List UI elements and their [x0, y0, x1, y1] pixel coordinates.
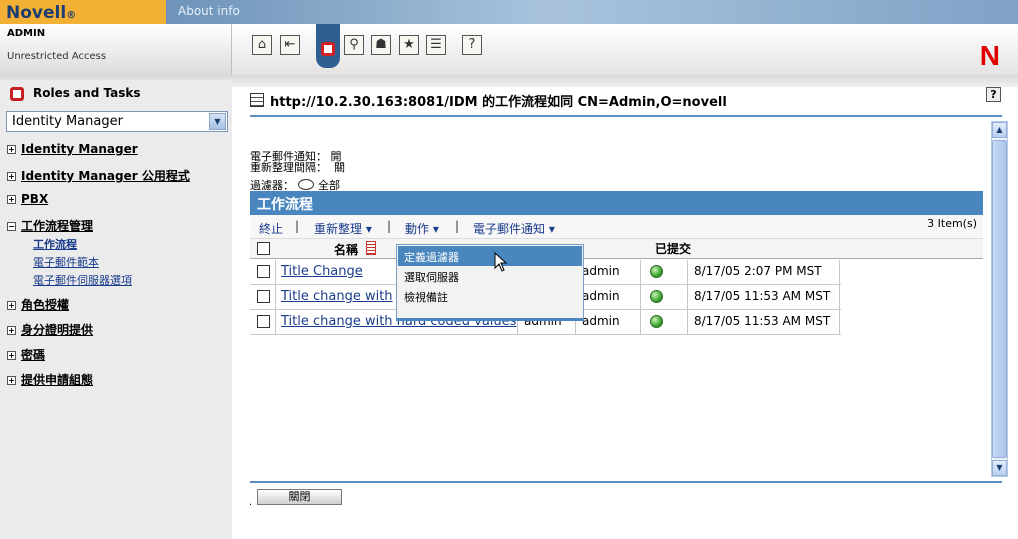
expand-icon[interactable]: + [7, 351, 16, 360]
access-level: Unrestricted Access [7, 51, 107, 62]
expand-icon[interactable]: + [7, 145, 16, 154]
sidebar-item-provisioning-request-config[interactable]: + 提供申請組態 [7, 371, 93, 388]
table-header: 名稱 已提交 [250, 239, 983, 259]
novell-n-logo: N [979, 40, 1000, 71]
row-cell: admin [576, 260, 641, 285]
sidebar-item-identity-manager[interactable]: + Identity Manager [7, 142, 138, 156]
chevron-down-icon: ▾ [548, 222, 555, 236]
menu-item-view-notes[interactable]: 檢視備註 [398, 286, 582, 306]
chevron-down-icon: ▾ [365, 222, 372, 236]
roles-tasks-icon[interactable] [316, 24, 340, 68]
configure-icon[interactable]: ☗ [371, 35, 391, 55]
expand-icon[interactable]: + [7, 195, 16, 204]
row-submitted: 8/17/05 11:53 AM MST [688, 310, 840, 335]
close-button[interactable]: 關閉 [257, 489, 342, 505]
chevron-down-icon: ▾ [432, 222, 439, 236]
row-checkbox[interactable] [257, 290, 270, 303]
header: Novell® iManager About info ADMIN Unrest… [0, 0, 1018, 87]
home-icon[interactable]: ⌂ [252, 35, 272, 55]
about-info-link[interactable]: About info [178, 4, 240, 18]
expand-icon[interactable]: + [7, 301, 16, 310]
collapse-icon[interactable]: − [7, 222, 16, 231]
scrollbar-thumb[interactable] [992, 140, 1007, 458]
sidebar-subitem-email-server-options[interactable]: 電子郵件伺服器選項 [33, 272, 132, 288]
help-book-icon[interactable]: ? [462, 35, 482, 55]
scroll-down-icon[interactable]: ▼ [992, 460, 1007, 476]
sidebar-item-passwords[interactable]: + 密碼 [7, 346, 45, 363]
sort-icon[interactable] [366, 241, 376, 255]
refresh-interval-status: 重新整理間隔： 關 [250, 161, 345, 174]
status-green-icon [650, 315, 663, 328]
sidebar-subitem-email-templates[interactable]: 電子郵件範本 [33, 254, 99, 270]
email-notification-menu[interactable]: 電子郵件通知 ▾ [473, 220, 555, 237]
favorites-icon[interactable]: ★ [399, 35, 419, 55]
expand-icon[interactable]: + [7, 376, 16, 385]
main-toolbar: ⌂ ⇤ ⚲ ☗ ★ ☰ ? [232, 24, 1018, 75]
workflow-link[interactable]: Title change with [281, 289, 393, 304]
role-category-select[interactable]: Identity Manager ▼ [6, 111, 228, 132]
status-green-icon [650, 290, 663, 303]
page-title: http://10.2.30.163:8081/IDM 的工作流程如同 CN=A… [270, 95, 727, 110]
row-submitted: 8/17/05 2:07 PM MST [688, 260, 840, 285]
row-cell: admin [576, 310, 641, 335]
row-submitted: 8/17/05 11:53 AM MST [688, 285, 840, 310]
column-header-name[interactable]: 名稱 [334, 241, 358, 258]
chevron-down-icon[interactable]: ▼ [209, 113, 226, 130]
refresh-menu[interactable]: 重新整理 ▾ [314, 220, 372, 237]
workflows-section-header: 工作流程 [250, 191, 983, 215]
row-checkbox[interactable] [257, 265, 270, 278]
sidebar-item-pbx[interactable]: + PBX [7, 192, 48, 206]
row-checkbox[interactable] [257, 315, 270, 328]
row-cell: admin [576, 285, 641, 310]
column-header-submitted[interactable]: 已提交 [655, 240, 691, 257]
sidebar-subitem-workflows[interactable]: 工作流程 [33, 236, 77, 252]
scroll-up-icon[interactable]: ▲ [992, 122, 1007, 138]
sidebar: Roles and Tasks Identity Manager ▼ + Iden… [0, 80, 232, 539]
status-green-icon [650, 265, 663, 278]
document-icon [250, 93, 264, 107]
task-list-icon[interactable]: ☰ [426, 35, 446, 55]
terminate-button[interactable]: 終止 [259, 220, 283, 237]
search-view-icon[interactable]: ⚲ [344, 35, 364, 55]
exit-icon[interactable]: ⇤ [280, 35, 300, 55]
header-banner [166, 0, 1018, 24]
menu-item-select-server[interactable]: 選取伺服器 [398, 266, 582, 286]
menu-item-define-filter[interactable]: 定義過濾器 [398, 246, 582, 266]
select-all-checkbox[interactable] [257, 242, 270, 255]
sidebar-title: Roles and Tasks [33, 86, 141, 100]
user-name: ADMIN [7, 28, 46, 39]
item-count: 3 Item(s) [927, 217, 977, 230]
help-button[interactable]: ? [986, 87, 1001, 102]
sidebar-item-workflow-admin[interactable]: − 工作流程管理 [7, 217, 93, 234]
footer-divider [250, 481, 1002, 483]
expand-icon[interactable]: + [7, 172, 16, 181]
title-divider [250, 115, 1002, 117]
sidebar-item-credential-provisioning[interactable]: + 身分證明提供 [7, 321, 93, 338]
action-menu[interactable]: 動作 ▾ [405, 220, 439, 237]
workflow-action-bar: 終止 | 重新整理 ▾ | 動作 ▾ | 電子郵件通知 ▾ 3 Item(s) [250, 215, 983, 239]
expand-icon[interactable]: + [7, 326, 16, 335]
filter-icon [298, 179, 314, 190]
action-dropdown-menu: 定義過濾器 選取伺服器 檢視備註 [396, 244, 584, 321]
novell-imanager-logo: Novell® iManager [0, 0, 166, 43]
roles-tasks-icon [10, 87, 24, 101]
user-panel: ADMIN Unrestricted Access [0, 24, 232, 75]
vertical-scrollbar[interactable]: ▲ ▼ [991, 121, 1008, 477]
mouse-pointer-icon [494, 251, 508, 276]
sidebar-item-role-authorization[interactable]: + 角色授權 [7, 296, 69, 313]
sidebar-item-identity-manager-utilities[interactable]: + Identity Manager 公用程式 [7, 167, 190, 184]
workflow-link[interactable]: Title Change [281, 264, 363, 279]
